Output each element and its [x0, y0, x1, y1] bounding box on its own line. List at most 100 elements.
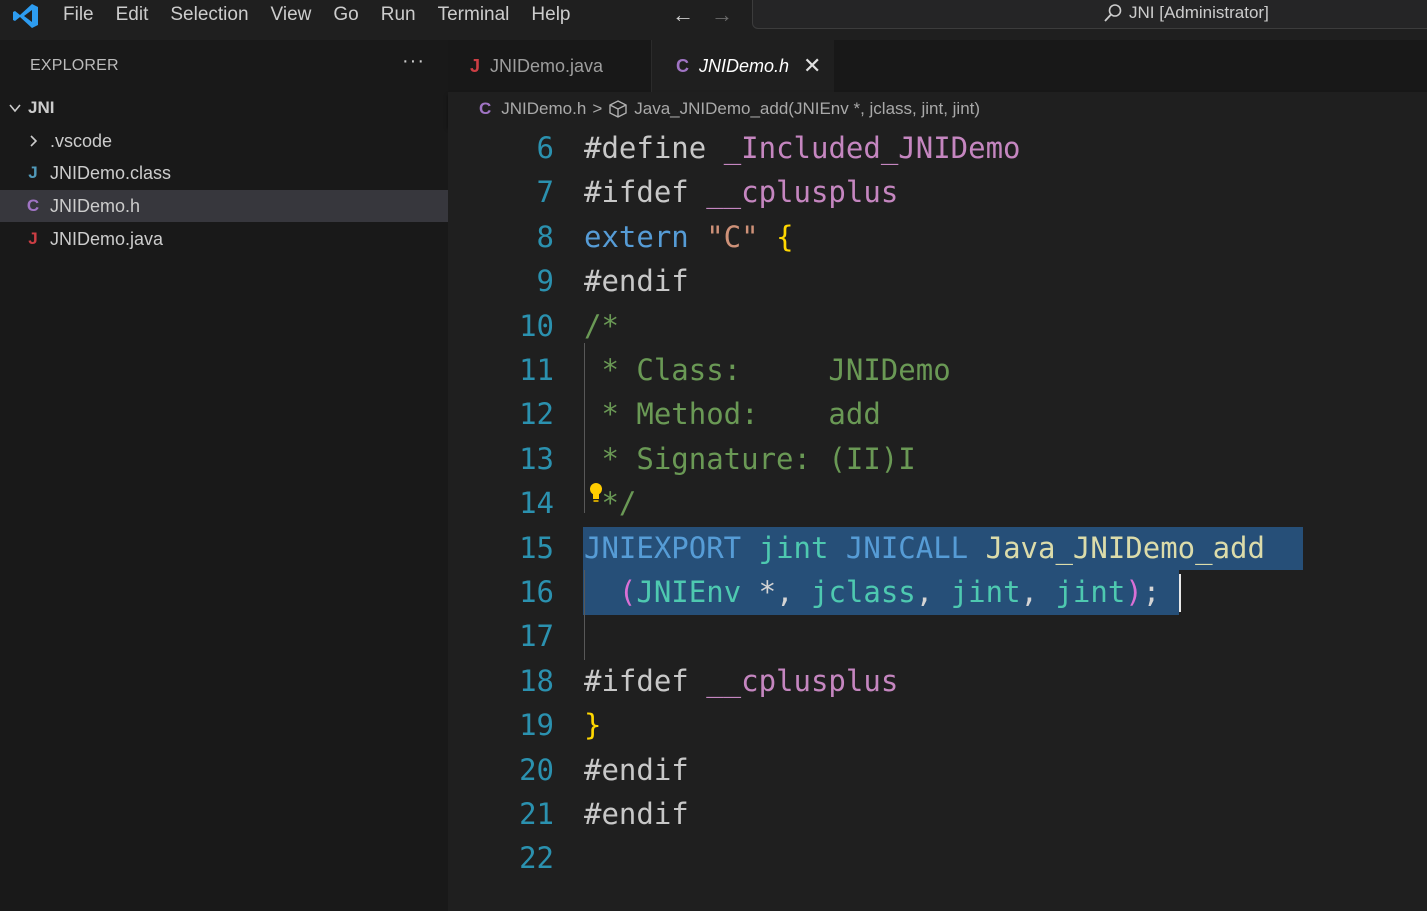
c-file-icon: C: [479, 99, 492, 118]
code-token: jint: [950, 575, 1021, 609]
code-token: }: [584, 708, 602, 743]
code-token: (: [584, 575, 637, 609]
code-line[interactable]: 10 /*: [448, 304, 1427, 348]
code-line[interactable]: 15 JNIEXPORT jint JNICALL Java_JNIDemo_ad…: [448, 526, 1427, 570]
code-token: /*: [584, 308, 619, 343]
symbol-method-icon: [609, 100, 627, 118]
code-text: /*: [584, 304, 619, 348]
menu-go[interactable]: Go: [322, 0, 369, 30]
code-editor[interactable]: 6 #define _Included_JNIDemo 7 #ifdef __cplu…: [448, 126, 1427, 911]
code-token: JNIEXPORT: [584, 530, 759, 565]
line-number: 11: [519, 353, 554, 387]
breadcrumb-file[interactable]: JNIDemo.h: [501, 99, 586, 119]
code-token: JNIEnv: [636, 575, 759, 609]
explorer-sidebar: EXPLORER ··· JNI .vscode J JNIDemo.class…: [0, 40, 448, 911]
menu-run[interactable]: Run: [370, 0, 427, 30]
c-file-icon: C: [676, 55, 689, 76]
java-file-icon: J: [470, 55, 481, 76]
code-token: *,: [758, 575, 811, 609]
explorer-title: EXPLORER: [30, 57, 119, 74]
code-token: ,: [915, 575, 951, 609]
code-token: * Signature: (II)I: [584, 441, 916, 476]
tab-jnidemo-java[interactable]: J JNIDemo.java: [448, 40, 652, 92]
code-line[interactable]: 16 (JNIEnv *, jclass, jint, jint);: [448, 570, 1427, 614]
code-token: ): [1125, 575, 1143, 609]
tree-item-label: JNIDemo.java: [50, 228, 164, 249]
breadcrumb-symbol[interactable]: Java_JNIDemo_add(JNIEnv *, jclass, jint,…: [634, 99, 980, 119]
text-cursor: [1179, 574, 1181, 612]
tab-label: JNIDemo.java: [490, 55, 604, 76]
more-actions-icon[interactable]: ···: [402, 50, 425, 73]
code-line[interactable]: 9 #endif: [448, 259, 1427, 303]
code-line[interactable]: 22: [448, 836, 1427, 880]
code-text: #endif: [584, 259, 689, 303]
line-number: 12: [519, 397, 554, 432]
code-token: * Class: JNIDemo: [584, 353, 951, 387]
code-token: #endif: [584, 797, 689, 831]
breadcrumb: C JNIDemo.h > Java_JNIDemo_add(JNIEnv *,…: [448, 92, 1427, 126]
code-token: #define: [584, 131, 724, 165]
code-line[interactable]: 21 #endif: [448, 792, 1427, 836]
lightbulb-icon[interactable]: [589, 482, 603, 504]
tree-item-jnidemo-java[interactable]: J JNIDemo.java: [0, 223, 448, 255]
back-arrow-icon[interactable]: ←: [672, 4, 694, 26]
line-number: 6: [536, 131, 554, 165]
workspace-root-label: JNI: [28, 98, 55, 117]
title-bar: File Edit Selection View Go Run Terminal…: [0, 0, 1427, 40]
tree-item-vscode-folder[interactable]: .vscode: [0, 125, 448, 157]
java-file-icon: J: [28, 163, 38, 182]
menu-terminal[interactable]: Terminal: [427, 0, 521, 30]
code-token: __cplusplus: [706, 175, 899, 210]
breadcrumb-separator: >: [592, 99, 603, 118]
menu-file[interactable]: File: [52, 0, 105, 30]
menu-edit[interactable]: Edit: [105, 0, 160, 30]
line-number: 16: [519, 575, 554, 609]
code-line[interactable]: 18 #ifdef __cplusplus: [448, 659, 1427, 703]
code-line[interactable]: 6 #define _Included_JNIDemo: [448, 126, 1427, 170]
line-number: 8: [536, 219, 554, 254]
line-number: 9: [536, 264, 554, 299]
command-center[interactable]: JNI [Administrator]: [752, 0, 1427, 29]
chevron-down-icon: [9, 104, 21, 113]
menu-view[interactable]: View: [260, 0, 323, 30]
code-token: jclass: [811, 575, 916, 609]
c-file-icon: C: [26, 196, 40, 215]
search-icon: [1104, 4, 1122, 22]
code-line[interactable]: 12 * Method: add: [448, 392, 1427, 436]
workspace-root-folder[interactable]: JNI: [0, 93, 448, 123]
close-icon[interactable]: ✕: [803, 53, 821, 79]
tree-item-jnidemo-h[interactable]: C JNIDemo.h: [0, 190, 448, 222]
code-line[interactable]: 7 #ifdef __cplusplus: [448, 170, 1427, 214]
code-line[interactable]: 8 extern "C" {: [448, 215, 1427, 259]
line-number: 19: [519, 708, 554, 743]
code-token: __cplusplus: [706, 663, 899, 698]
code-text: #define _Included_JNIDemo: [584, 126, 1021, 170]
tab-jnidemo-h[interactable]: C JNIDemo.h ✕: [652, 40, 834, 92]
code-text: #ifdef __cplusplus: [584, 659, 898, 703]
code-token: jint: [758, 530, 846, 565]
code-line[interactable]: 11 * Class: JNIDemo: [448, 348, 1427, 392]
code-token: JNICALL: [845, 530, 986, 565]
code-text: * Signature: (II)I: [584, 437, 916, 481]
code-text: #ifdef __cplusplus: [584, 170, 898, 214]
code-line[interactable]: 20 #endif: [448, 748, 1427, 792]
line-number: 13: [519, 441, 554, 476]
code-line[interactable]: 19}: [448, 703, 1427, 747]
line-number: 17: [519, 619, 554, 654]
tab-label: JNIDemo.h: [699, 55, 790, 76]
code-token: ;: [1142, 575, 1161, 609]
code-text: (JNIEnv *, jclass, jint, jint);: [584, 570, 1160, 614]
code-token: ,: [1020, 575, 1056, 609]
code-text: }: [584, 703, 601, 747]
code-token: #endif: [584, 264, 689, 299]
menu-help[interactable]: Help: [520, 0, 581, 30]
line-number: 7: [536, 175, 554, 210]
code-line[interactable]: 17: [448, 614, 1427, 658]
tree-item-jnidemo-class[interactable]: J JNIDemo.class: [0, 157, 448, 189]
forward-arrow-icon[interactable]: →: [711, 4, 733, 26]
code-line[interactable]: 13 * Signature: (II)I: [448, 437, 1427, 481]
code-text: * Method: add: [584, 392, 880, 436]
code-token: Java_JNIDemo_add: [985, 530, 1265, 565]
code-token: {: [776, 219, 794, 254]
menu-selection[interactable]: Selection: [159, 0, 259, 30]
